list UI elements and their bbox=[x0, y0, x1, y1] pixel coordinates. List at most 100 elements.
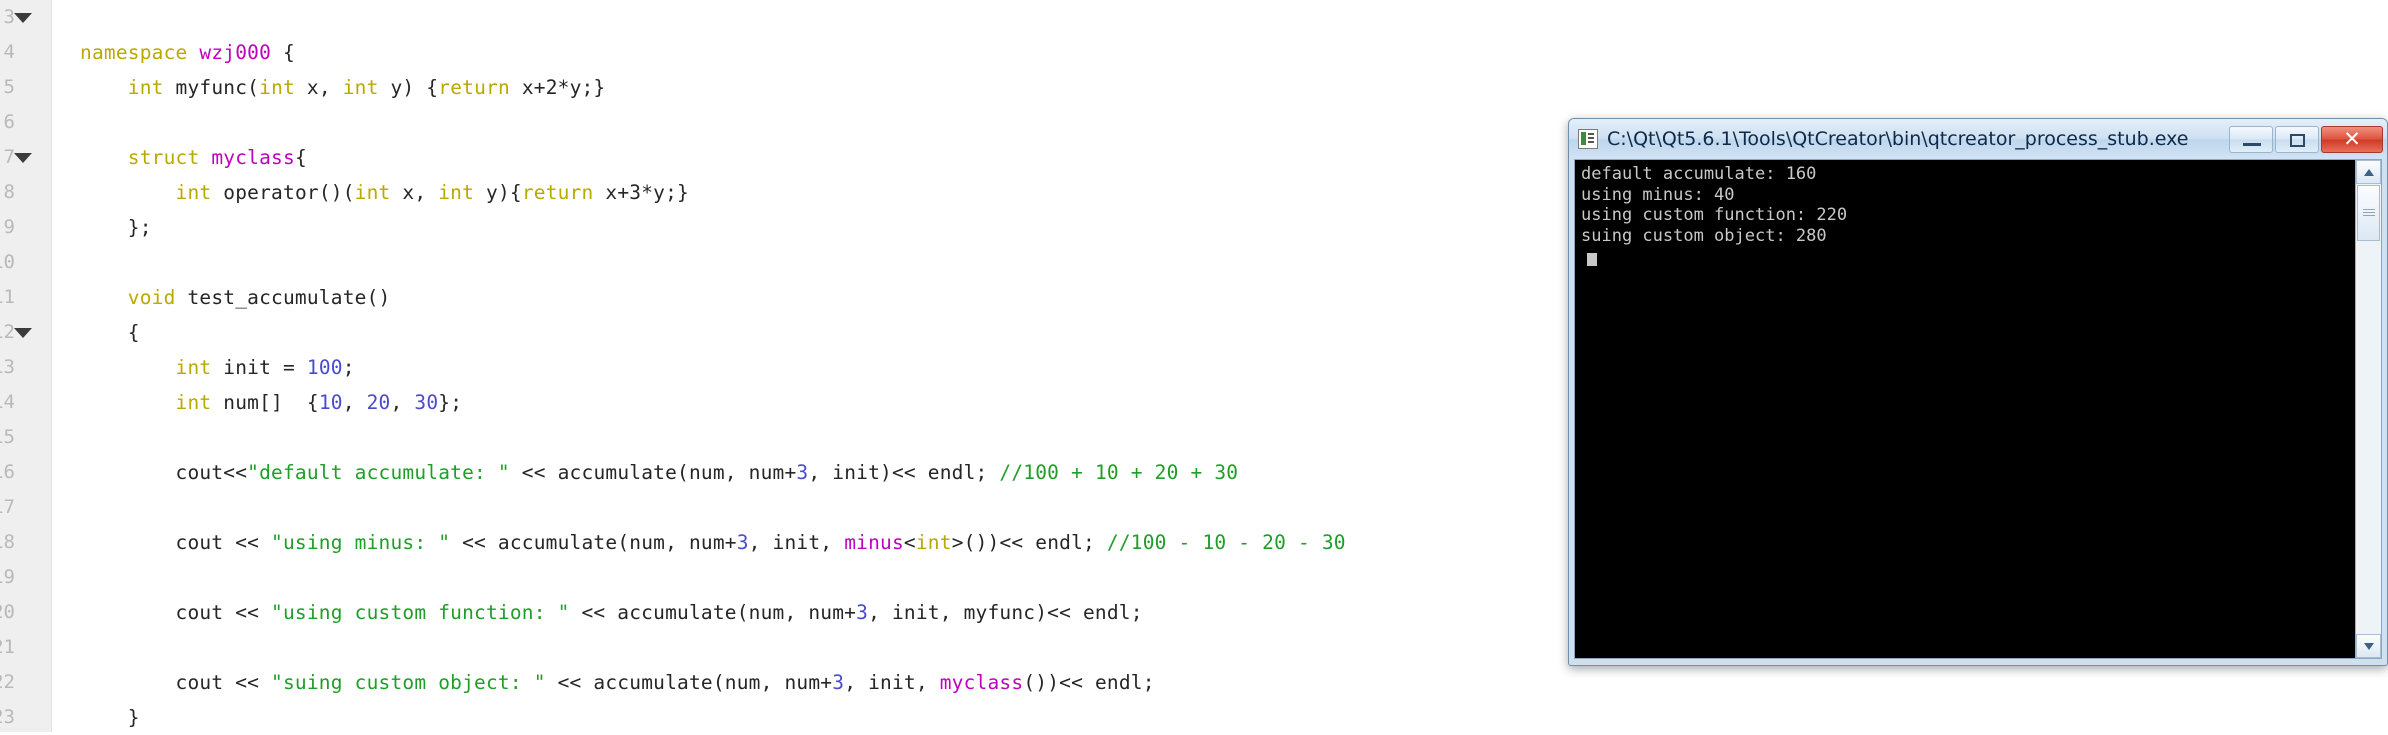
gutter-row[interactable]: 8 bbox=[0, 175, 51, 210]
gutter-row[interactable]: 17 bbox=[0, 490, 51, 525]
line-number: 8 bbox=[3, 181, 15, 203]
line-number: 14 bbox=[0, 391, 15, 413]
code-token-pln: operator()( bbox=[211, 181, 355, 204]
code-line[interactable]: namespace wzj000 { bbox=[52, 35, 2388, 70]
code-token-kw: int bbox=[175, 181, 212, 204]
code-token-pln: { bbox=[271, 41, 295, 64]
code-token-pln: << accumulate(num, num+ bbox=[450, 531, 737, 554]
code-token-kw: int bbox=[127, 76, 164, 99]
gutter-row[interactable]: 18 bbox=[0, 525, 51, 560]
line-number: 19 bbox=[0, 566, 15, 588]
console-window[interactable]: C:\Qt\Qt5.6.1\Tools\QtCreator\bin\qtcrea… bbox=[1568, 118, 2388, 666]
code-token-pln: ())<< endl; bbox=[1023, 671, 1155, 694]
scrollbar-thumb[interactable] bbox=[2357, 185, 2380, 241]
code-token-pln: x+3*y;} bbox=[593, 181, 689, 204]
code-token-pln: x, bbox=[390, 181, 439, 204]
code-token-pln: x, bbox=[294, 76, 343, 99]
gutter-row[interactable]: 7 bbox=[0, 140, 51, 175]
gutter-row[interactable]: 13 bbox=[0, 350, 51, 385]
scroll-down-arrow-icon[interactable] bbox=[2356, 634, 2381, 658]
console-cursor bbox=[1587, 253, 1597, 266]
code-token-pln: myfunc( bbox=[163, 76, 260, 99]
code-token-num: 100 bbox=[306, 356, 343, 379]
code-token-pln bbox=[199, 146, 211, 169]
gutter-row[interactable]: 12 bbox=[0, 315, 51, 350]
gutter-row[interactable]: 4 bbox=[0, 35, 51, 70]
code-token-kw: int bbox=[259, 76, 295, 99]
code-token-typ: minus bbox=[844, 531, 904, 554]
code-token-pln: , bbox=[342, 391, 367, 414]
console-output-line: suing custom object: 280 bbox=[1581, 225, 1827, 246]
close-button[interactable]: ✕ bbox=[2321, 125, 2383, 153]
minimize-icon bbox=[2243, 142, 2261, 146]
code-token-kw: int bbox=[438, 181, 475, 204]
gutter-row[interactable]: 15 bbox=[0, 420, 51, 455]
gutter-row[interactable]: 9 bbox=[0, 210, 51, 245]
code-token-kw: void bbox=[127, 286, 176, 309]
fold-collapse-icon[interactable] bbox=[14, 13, 32, 23]
code-line[interactable]: } bbox=[52, 700, 2388, 732]
code-token-kw: int bbox=[915, 531, 952, 554]
code-token-kw: return bbox=[521, 181, 594, 204]
editor-gutter[interactable]: 3 4 5 6 7 8 9 10 11 12 13 14 15 16 17 18 19 20 21 22 23 bbox=[0, 0, 52, 732]
maximize-button[interactable] bbox=[2275, 125, 2319, 153]
gutter-row[interactable]: 10 bbox=[0, 245, 51, 280]
console-window-title: C:\Qt\Qt5.6.1\Tools\QtCreator\bin\qtcrea… bbox=[1607, 128, 2189, 150]
line-number: 5 bbox=[3, 76, 15, 98]
code-token-pln: test_accumulate() bbox=[175, 286, 391, 309]
code-token-kw: int bbox=[354, 181, 391, 204]
code-token-pln: ; bbox=[342, 356, 355, 379]
line-number: 21 bbox=[0, 636, 15, 658]
gutter-row[interactable]: 11 bbox=[0, 280, 51, 315]
gutter-row[interactable]: 14 bbox=[0, 385, 51, 420]
code-token-kw: struct bbox=[127, 146, 200, 169]
code-token-pln bbox=[80, 76, 128, 99]
gutter-row[interactable]: 20 bbox=[0, 595, 51, 630]
code-token-pln bbox=[80, 356, 176, 379]
gutter-row[interactable]: 19 bbox=[0, 560, 51, 595]
scroll-up-arrow-icon[interactable] bbox=[2356, 160, 2381, 184]
code-token-pln: , init, bbox=[844, 671, 940, 694]
code-token-cmt: //100 - 10 - 20 - 30 bbox=[1106, 531, 1346, 554]
code-token-kw: return bbox=[438, 76, 510, 99]
console-output-text: default accumulate: 160 using minus: 40 us… bbox=[1575, 160, 2355, 658]
fold-collapse-icon[interactable] bbox=[14, 328, 32, 338]
gutter-row[interactable]: 23 bbox=[0, 700, 51, 735]
console-output-area[interactable]: default accumulate: 160 using minus: 40 us… bbox=[1574, 159, 2382, 659]
minimize-button[interactable] bbox=[2229, 125, 2273, 153]
code-token-pln: cout << bbox=[80, 531, 272, 554]
gutter-row[interactable]: 22 bbox=[0, 665, 51, 700]
code-token-pln: }; bbox=[438, 391, 463, 414]
code-token-pln: , bbox=[390, 391, 415, 414]
code-token-kw: namespace bbox=[80, 41, 188, 64]
code-token-pln bbox=[80, 146, 128, 169]
line-number: 23 bbox=[0, 706, 15, 728]
code-token-str: "using minus: " bbox=[271, 531, 451, 554]
code-token-pln: >())<< endl; bbox=[951, 531, 1107, 554]
gutter-row[interactable]: 16 bbox=[0, 455, 51, 490]
code-line[interactable]: cout << "suing custom object: " << accum… bbox=[52, 665, 2388, 700]
line-number: 13 bbox=[0, 356, 15, 378]
gutter-row[interactable]: 6 bbox=[0, 105, 51, 140]
code-line[interactable]: int myfunc(int x, int y) {return x+2*y;} bbox=[52, 70, 2388, 105]
code-token-pln: x+2*y;} bbox=[509, 76, 606, 99]
line-number: 4 bbox=[3, 41, 15, 63]
code-token-kw: int bbox=[175, 356, 212, 379]
code-token-num: 3 bbox=[796, 461, 809, 484]
code-token-typ: wzj000 bbox=[199, 41, 272, 64]
line-number: 18 bbox=[0, 531, 15, 553]
console-titlebar[interactable]: C:\Qt\Qt5.6.1\Tools\QtCreator\bin\qtcrea… bbox=[1569, 119, 2387, 159]
code-token-pln: << accumulate(num, num+ bbox=[545, 671, 833, 694]
code-line[interactable] bbox=[52, 0, 2388, 35]
line-number: 12 bbox=[0, 321, 15, 343]
gutter-row[interactable]: 5 bbox=[0, 70, 51, 105]
gutter-row[interactable]: 3 bbox=[0, 0, 51, 35]
code-token-num: 3 bbox=[832, 671, 845, 694]
line-number: 6 bbox=[3, 111, 15, 133]
fold-collapse-icon[interactable] bbox=[14, 153, 32, 163]
console-scrollbar[interactable] bbox=[2355, 160, 2381, 658]
gutter-row[interactable]: 21 bbox=[0, 630, 51, 665]
code-token-num: 3 bbox=[736, 531, 749, 554]
code-token-str: "default accumulate: " bbox=[247, 461, 510, 484]
code-token-typ: myclass bbox=[939, 671, 1024, 694]
